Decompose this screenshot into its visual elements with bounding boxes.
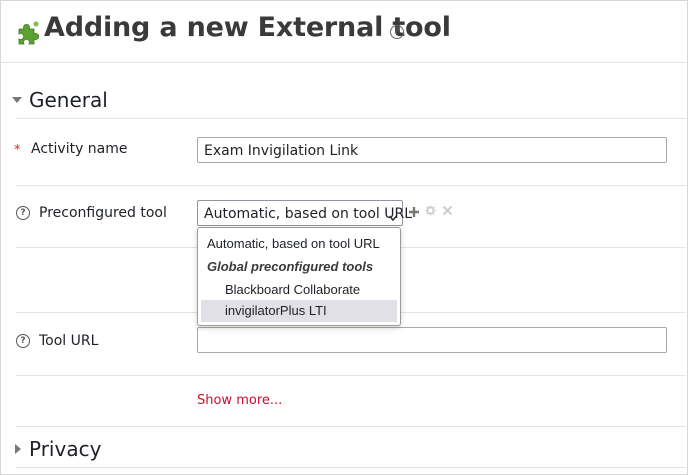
section-general-header[interactable]: General — [29, 88, 108, 112]
question-circle-icon[interactable]: ? — [16, 206, 30, 220]
section-divider — [16, 118, 686, 119]
divider — [0, 62, 686, 63]
dropdown-option-highlighted[interactable]: invigilatorPlus LTI — [201, 300, 397, 322]
tool-url-field[interactable] — [197, 327, 667, 353]
title-help-icon[interactable]: ? — [390, 25, 404, 39]
dropdown-optgroup: Global preconfigured tools — [207, 259, 374, 274]
dropdown-option[interactable]: Blackboard Collaborate — [225, 282, 360, 297]
preconfigured-tool-dropdown: Automatic, based on tool URL Global prec… — [197, 227, 401, 326]
required-marker: * — [14, 143, 21, 158]
preconfigured-tool-select[interactable]: Automatic, based on tool URL — [197, 200, 412, 226]
tool-url-label: Tool URL — [39, 333, 99, 349]
divider — [16, 426, 686, 427]
row-divider — [16, 375, 686, 376]
puzzle-piece-icon — [16, 20, 42, 46]
preconfigured-tool-selected: Automatic, based on tool URL — [204, 206, 413, 222]
question-circle-icon[interactable]: ? — [16, 334, 30, 348]
row-divider — [16, 185, 686, 186]
caret-down-icon[interactable] — [12, 97, 22, 103]
plus-icon[interactable] — [408, 204, 420, 222]
x-icon[interactable] — [442, 205, 453, 220]
caret-right-icon[interactable] — [15, 444, 21, 454]
page-title: Adding a new External tool — [44, 12, 451, 43]
preconfigured-tool-label: Preconfigured tool — [39, 205, 167, 221]
show-more-link[interactable]: Show more... — [197, 393, 282, 408]
dropdown-option[interactable]: Automatic, based on tool URL — [207, 236, 380, 251]
activity-name-label: Activity name — [31, 141, 128, 157]
section-privacy-header[interactable]: Privacy — [29, 437, 101, 461]
activity-name-field[interactable]: Exam Invigilation Link — [197, 137, 667, 163]
gear-icon[interactable] — [425, 205, 436, 220]
section-divider — [16, 467, 686, 468]
